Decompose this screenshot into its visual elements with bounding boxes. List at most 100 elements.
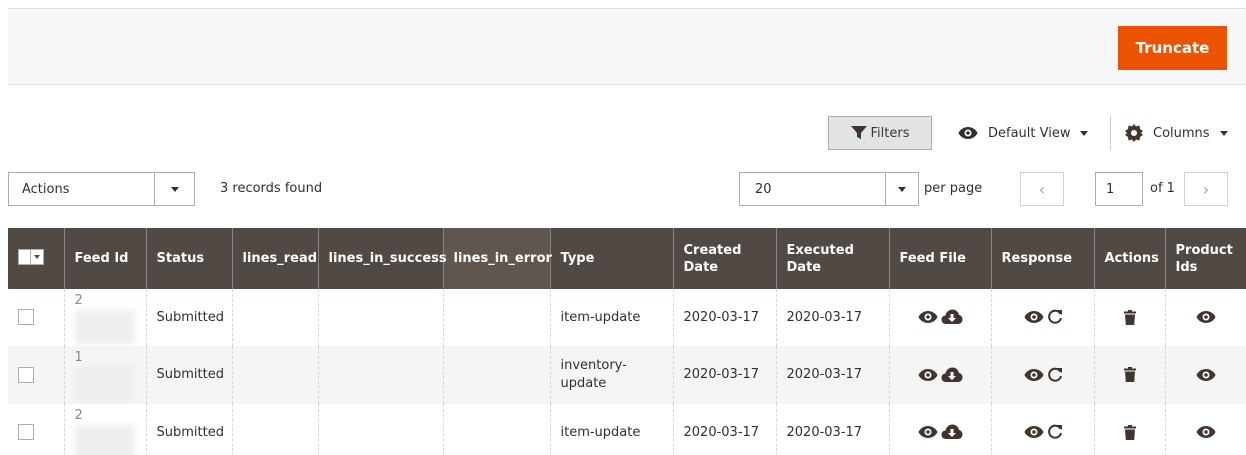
column-header-status[interactable]: Status	[145, 228, 232, 289]
actions-cell	[1093, 289, 1165, 346]
filters-button[interactable]: Filters	[828, 116, 932, 150]
feed-id-cell: 1	[63, 346, 146, 404]
page-count: of 1	[1150, 181, 1175, 196]
trash-icon[interactable]	[1123, 309, 1136, 325]
column-header-executed-date[interactable]: Executed Date	[775, 228, 889, 289]
row-select-cell	[8, 404, 64, 455]
chevron-left-icon: ‹	[1038, 179, 1046, 199]
default-view-label: Default View	[988, 125, 1071, 141]
column-header-type[interactable]: Type	[549, 228, 673, 289]
response-cell	[990, 289, 1094, 346]
column-header-actions: Actions	[1093, 228, 1165, 289]
row-checkbox[interactable]	[18, 424, 34, 440]
refresh-icon[interactable]	[1047, 309, 1063, 325]
mass-actions-toggle[interactable]	[154, 173, 194, 205]
mass-actions-select[interactable]: Actions	[8, 172, 195, 206]
refresh-icon[interactable]	[1047, 424, 1063, 440]
per-page-value: 20	[755, 181, 772, 197]
page-number-input[interactable]	[1095, 172, 1143, 206]
chevron-right-icon: ›	[1202, 179, 1210, 199]
table-row: 2 Submitted item-update 2020-03-17 2020-…	[8, 289, 1246, 346]
lines-in-error-cell	[442, 289, 550, 346]
gear-icon	[1125, 124, 1143, 142]
per-page-toggle[interactable]	[885, 173, 918, 205]
product-ids-cell	[1164, 346, 1246, 404]
product-ids-cell	[1164, 404, 1246, 455]
row-select-cell	[8, 346, 64, 404]
lines-in-success-cell	[317, 289, 443, 346]
table-row: 2 Submitted item-update 2020-03-17 2020-…	[8, 404, 1246, 455]
grid-header-row: Feed Id Status lines_read lines_in_succe…	[8, 228, 1246, 289]
trash-icon[interactable]	[1123, 424, 1136, 440]
type-cell: inventory-update	[549, 346, 673, 404]
mass-select-header[interactable]	[8, 228, 64, 289]
column-header-created-date[interactable]: Created Date	[672, 228, 776, 289]
columns-dropdown[interactable]: Columns	[1125, 116, 1228, 150]
row-checkbox[interactable]	[18, 309, 34, 325]
type-cell: item-update	[549, 404, 673, 455]
type-cell: item-update	[549, 289, 673, 346]
feed-id-cell: 2	[63, 404, 146, 455]
mass-select-toggle[interactable]	[31, 250, 43, 264]
feed-file-cell	[888, 346, 991, 404]
executed-date-cell: 2020-03-17	[775, 289, 889, 346]
records-found: 3 records found	[220, 181, 323, 196]
response-cell	[990, 346, 1094, 404]
redacted-feed-id	[74, 424, 135, 455]
per-page-select[interactable]: 20	[739, 172, 919, 206]
default-view-dropdown[interactable]: Default View	[958, 116, 1089, 150]
cloud-download-icon[interactable]	[941, 424, 963, 440]
actions-cell	[1093, 346, 1165, 404]
lines-in-success-cell	[317, 346, 443, 404]
eye-icon[interactable]	[917, 368, 939, 382]
chevron-down-icon	[170, 186, 179, 192]
column-header-response: Response	[990, 228, 1094, 289]
column-header-feed-id[interactable]: Feed Id	[63, 228, 146, 289]
eye-icon	[958, 127, 978, 139]
mass-select-control[interactable]	[18, 248, 44, 265]
lines-in-error-cell	[442, 404, 550, 455]
column-header-lines-in-error[interactable]: lines_in_error	[442, 228, 552, 289]
lines-in-success-cell	[317, 404, 443, 455]
product-ids-cell	[1164, 289, 1246, 346]
eye-icon[interactable]	[1195, 310, 1217, 324]
redacted-feed-id	[74, 367, 135, 401]
row-checkbox[interactable]	[18, 366, 34, 383]
column-header-feed-file: Feed File	[888, 228, 991, 289]
eye-icon[interactable]	[1195, 368, 1217, 382]
refresh-icon[interactable]	[1047, 367, 1063, 383]
eye-icon[interactable]	[1023, 368, 1045, 382]
chevron-down-icon	[898, 186, 906, 192]
chevron-down-icon	[1080, 130, 1089, 136]
feed-id-cell: 2	[63, 289, 146, 346]
filter-icon	[850, 126, 867, 139]
next-page-button[interactable]: ›	[1184, 172, 1228, 206]
column-header-lines-in-success[interactable]: lines_in_success	[317, 228, 447, 289]
mass-actions-label: Actions	[22, 181, 70, 197]
executed-date-cell: 2020-03-17	[775, 404, 889, 455]
eye-icon[interactable]	[1023, 310, 1045, 324]
created-date-cell: 2020-03-17	[672, 346, 776, 404]
select-all-checkbox[interactable]	[19, 249, 31, 264]
truncate-button[interactable]: Truncate	[1118, 26, 1227, 70]
executed-date-cell: 2020-03-17	[775, 346, 889, 404]
eye-icon[interactable]	[917, 425, 939, 439]
created-date-cell: 2020-03-17	[672, 404, 776, 455]
eye-icon[interactable]	[1023, 425, 1045, 439]
eye-icon[interactable]	[917, 310, 939, 324]
page-actions-bar: Truncate	[8, 8, 1246, 85]
feed-file-cell	[888, 289, 991, 346]
cloud-download-icon[interactable]	[941, 367, 963, 383]
row-select-cell	[8, 289, 64, 346]
trash-icon[interactable]	[1123, 367, 1136, 382]
column-header-product-ids: Product Ids	[1164, 228, 1246, 289]
chevron-down-icon	[1219, 130, 1228, 136]
table-row: 1 Submitted inventory-update 2020-03-17 …	[8, 346, 1246, 404]
actions-cell	[1093, 404, 1165, 455]
eye-icon[interactable]	[1195, 425, 1217, 439]
previous-page-button[interactable]: ‹	[1020, 172, 1064, 206]
cloud-download-icon[interactable]	[941, 309, 963, 325]
column-header-lines-read[interactable]: lines_read	[231, 228, 318, 289]
feed-id-prefix: 1	[74, 350, 83, 365]
status-cell: Submitted	[145, 346, 232, 404]
